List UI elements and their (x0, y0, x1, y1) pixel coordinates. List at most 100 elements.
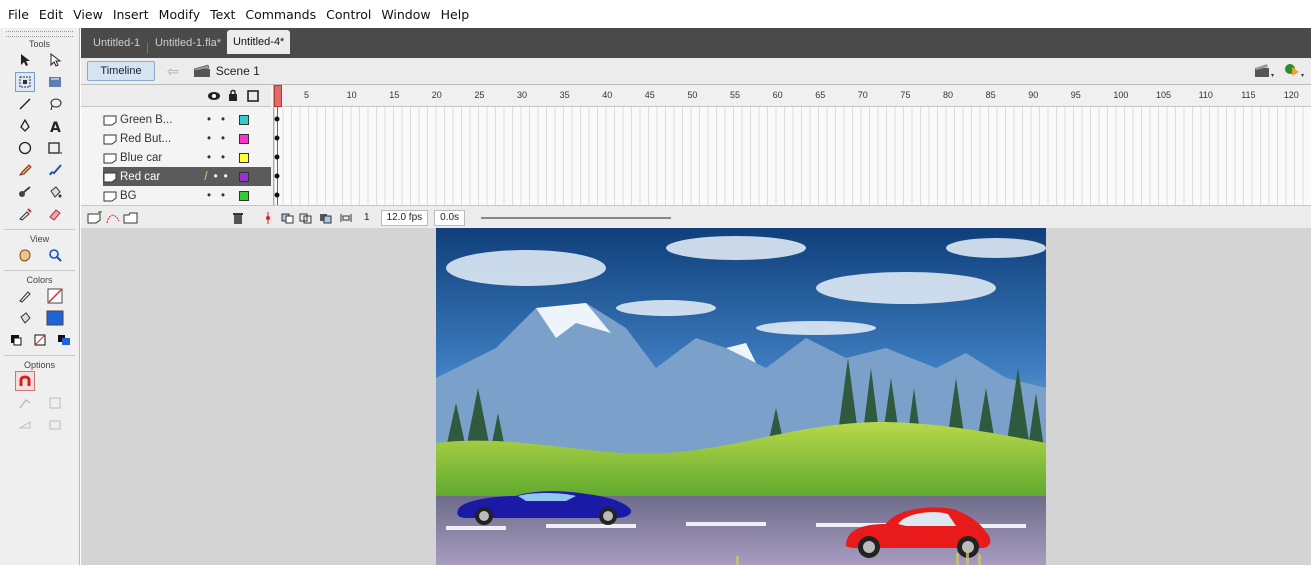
snap-to-objects-icon[interactable] (14, 371, 35, 391)
lock-dot[interactable]: • (221, 133, 225, 145)
timeline-button[interactable]: Timeline (87, 61, 155, 81)
layer-header (81, 85, 271, 107)
layer-row[interactable]: Blue car • • (103, 148, 271, 167)
free-transform-tool-icon[interactable] (14, 72, 35, 92)
layer-row[interactable]: BG • • (103, 186, 271, 205)
swap-colors-icon[interactable] (54, 330, 74, 350)
tools-title: Tools (28, 39, 50, 49)
playhead[interactable] (274, 85, 282, 107)
scene-label: Scene 1 (215, 64, 260, 78)
3d-rotation-tool-icon[interactable] (45, 72, 65, 92)
frame-grid[interactable] (274, 107, 1311, 205)
ruler-frame-number: 75 (900, 90, 911, 100)
lock-dot[interactable]: • (221, 152, 225, 164)
pen-tool-icon[interactable] (15, 116, 35, 136)
tab-untitled-4[interactable]: Untitled-4* (226, 30, 291, 54)
layer-outline-swatch[interactable] (239, 152, 249, 163)
lock-dot[interactable]: • (224, 171, 228, 183)
visible-dot[interactable]: • (207, 152, 211, 164)
layer-outline-swatch[interactable] (239, 133, 249, 144)
visible-dot[interactable]: • (207, 133, 211, 145)
menu-insert[interactable]: Insert (108, 7, 154, 22)
visible-dot[interactable]: • (207, 190, 211, 202)
center-frame-icon[interactable] (263, 211, 273, 225)
pasteboard[interactable] (81, 228, 1311, 565)
pencil-tool-icon[interactable] (15, 160, 35, 180)
menu-view[interactable]: View (68, 7, 108, 22)
menu-help[interactable]: Help (436, 7, 475, 22)
stage[interactable] (436, 228, 1046, 565)
visible-dot[interactable]: • (214, 171, 218, 183)
lock-icon[interactable] (227, 89, 239, 102)
zoom-tool-icon[interactable] (45, 245, 65, 265)
selection-tool-icon[interactable] (15, 50, 35, 70)
layer-outline-swatch[interactable] (239, 171, 249, 182)
ruler-frame-number: 105 (1156, 90, 1172, 100)
menu-edit[interactable]: Edit (34, 7, 68, 22)
eyedropper-tool-icon[interactable] (15, 204, 35, 224)
onion-skin-outlines-icon[interactable] (299, 212, 313, 224)
rectangle-tool-icon[interactable] (45, 138, 65, 158)
layer-row[interactable]: Red But... • • (103, 129, 271, 148)
menu-window[interactable]: Window (376, 7, 435, 22)
keyframe-dots[interactable] (273, 113, 281, 203)
lock-dot[interactable]: • (221, 114, 225, 126)
outline-icon[interactable] (247, 90, 259, 102)
layer-outline-swatch[interactable] (239, 190, 249, 201)
layer-row-selected[interactable]: Red car / • • (103, 167, 271, 186)
new-layer-icon[interactable] (87, 210, 103, 225)
new-motion-guide-icon[interactable] (105, 211, 121, 225)
edit-multiple-frames-icon[interactable] (319, 212, 333, 224)
ruler-frame-number: 100 (1113, 90, 1129, 100)
no-color-icon[interactable] (30, 330, 50, 350)
back-arrow-icon[interactable]: ⇦ (167, 63, 179, 80)
edit-scene-icon[interactable] (1253, 61, 1275, 79)
lock-dot[interactable]: • (221, 190, 225, 202)
onion-skin-icon[interactable] (281, 212, 295, 224)
layer-row[interactable]: Green B... • • (103, 110, 271, 129)
delete-layer-icon[interactable] (231, 211, 245, 225)
frame-ruler[interactable]: 5 10 15 20 25 30 35 40 45 50 55 60 65 70 75 80 85 90 95 100… (274, 85, 1311, 107)
menu-commands[interactable]: Commands (240, 7, 321, 22)
new-folder-icon[interactable] (123, 211, 139, 225)
paint-bucket-tool-icon[interactable] (45, 182, 65, 202)
timeline-scrollbar[interactable] (481, 216, 672, 219)
line-tool-icon[interactable] (15, 94, 35, 114)
eraser-tool-icon[interactable] (45, 204, 65, 224)
layer-name: Green B... (120, 113, 173, 126)
lasso-tool-icon[interactable] (45, 94, 65, 114)
black-white-icon[interactable] (6, 330, 26, 350)
panel-grip[interactable] (6, 31, 73, 37)
fill-swatch-blue[interactable] (45, 308, 65, 328)
scene-breadcrumb[interactable]: Scene 1 (193, 64, 260, 78)
frame-area[interactable]: 5 10 15 20 25 30 35 40 45 50 55 60 65 70 75 80 85 90 95 100… (273, 85, 1311, 205)
edit-bar: Timeline ⇦ Scene 1 (81, 58, 1311, 84)
stroke-color-icon[interactable] (15, 286, 35, 306)
ruler-frame-number: 95 (1070, 90, 1081, 100)
stage-artwork (436, 228, 1046, 565)
document-tabs: Untitled-1 | Untitled-1.fla* Untitled-4* (81, 30, 291, 54)
menu-modify[interactable]: Modify (154, 7, 205, 22)
hand-tool-icon[interactable] (15, 245, 35, 265)
stroke-swatch-none[interactable] (45, 286, 65, 306)
layer-outline-swatch[interactable] (239, 114, 249, 125)
modify-onion-markers-icon[interactable] (339, 212, 353, 224)
bone-tool-icon[interactable] (15, 182, 35, 202)
ruler-frame-number: 65 (815, 90, 826, 100)
tab-untitled-1[interactable]: Untitled-1 (87, 32, 146, 54)
scene-clapper-icon (193, 64, 210, 77)
menu-control[interactable]: Control (321, 7, 376, 22)
tab-untitled-1-fla[interactable]: Untitled-1.fla* (149, 32, 227, 54)
menu-text[interactable]: Text (205, 7, 240, 22)
oval-tool-icon[interactable] (15, 138, 35, 158)
frame-rate[interactable]: 12.0 fps (380, 209, 429, 226)
brush-tool-icon[interactable] (45, 160, 65, 180)
eye-icon[interactable] (207, 90, 221, 102)
subselection-tool-icon[interactable] (45, 50, 65, 70)
visible-dot[interactable]: • (207, 114, 211, 126)
text-tool-icon[interactable]: A (45, 116, 65, 136)
menu-file[interactable]: File (3, 7, 34, 22)
fill-color-icon[interactable] (15, 308, 35, 328)
ruler-frame-number: 50 (687, 90, 698, 100)
edit-symbols-icon[interactable] (1283, 61, 1305, 79)
